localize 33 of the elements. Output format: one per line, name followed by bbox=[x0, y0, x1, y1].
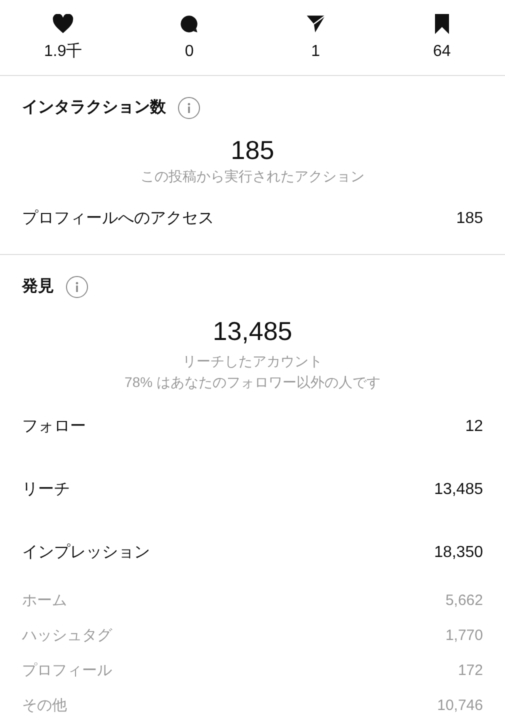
stat-count: 64 bbox=[432, 42, 451, 62]
metric-label: ハッシュタグ bbox=[22, 626, 112, 646]
metric-value: 10,746 bbox=[437, 696, 483, 716]
metric-value: 185 bbox=[456, 208, 483, 228]
speech-bubble-icon bbox=[179, 14, 200, 34]
total-caption: この投稿から実行されたアクション bbox=[140, 167, 364, 186]
metric-label: リーチ bbox=[22, 480, 70, 500]
heart-icon bbox=[52, 14, 74, 34]
section-title: インタラクション数 bbox=[22, 98, 166, 118]
total-caption: リーチしたアカウント bbox=[182, 352, 322, 371]
metric-value: 13,485 bbox=[434, 480, 483, 500]
bookmark-icon bbox=[434, 14, 450, 34]
metric-value: 18,350 bbox=[434, 542, 483, 562]
metric-label: ホーム bbox=[22, 591, 67, 612]
total-count: 13,485 bbox=[212, 315, 292, 347]
metric-label: プロフィール bbox=[22, 661, 112, 682]
metric-label: その他 bbox=[22, 696, 67, 716]
info-icon[interactable] bbox=[66, 276, 88, 298]
metric-label: フォロー bbox=[22, 416, 86, 436]
stat-count: 1.9千 bbox=[44, 42, 82, 62]
metric-value: 5,662 bbox=[445, 591, 483, 612]
stat-count: 0 bbox=[184, 42, 194, 62]
metric-value: 172 bbox=[458, 661, 483, 682]
section-title: 発見 bbox=[22, 277, 54, 297]
paper-plane-icon bbox=[306, 14, 326, 34]
info-icon[interactable] bbox=[178, 97, 200, 119]
follower-note: 78% はあなたのフォロワー以外の人です bbox=[124, 373, 380, 392]
metric-value: 12 bbox=[465, 416, 483, 436]
total-count: 185 bbox=[230, 134, 274, 166]
metric-label: プロフィールへのアクセス bbox=[22, 208, 214, 228]
metric-label: インプレッション bbox=[22, 542, 150, 562]
metric-value: 1,770 bbox=[445, 626, 483, 646]
stat-count: 1 bbox=[311, 42, 320, 62]
